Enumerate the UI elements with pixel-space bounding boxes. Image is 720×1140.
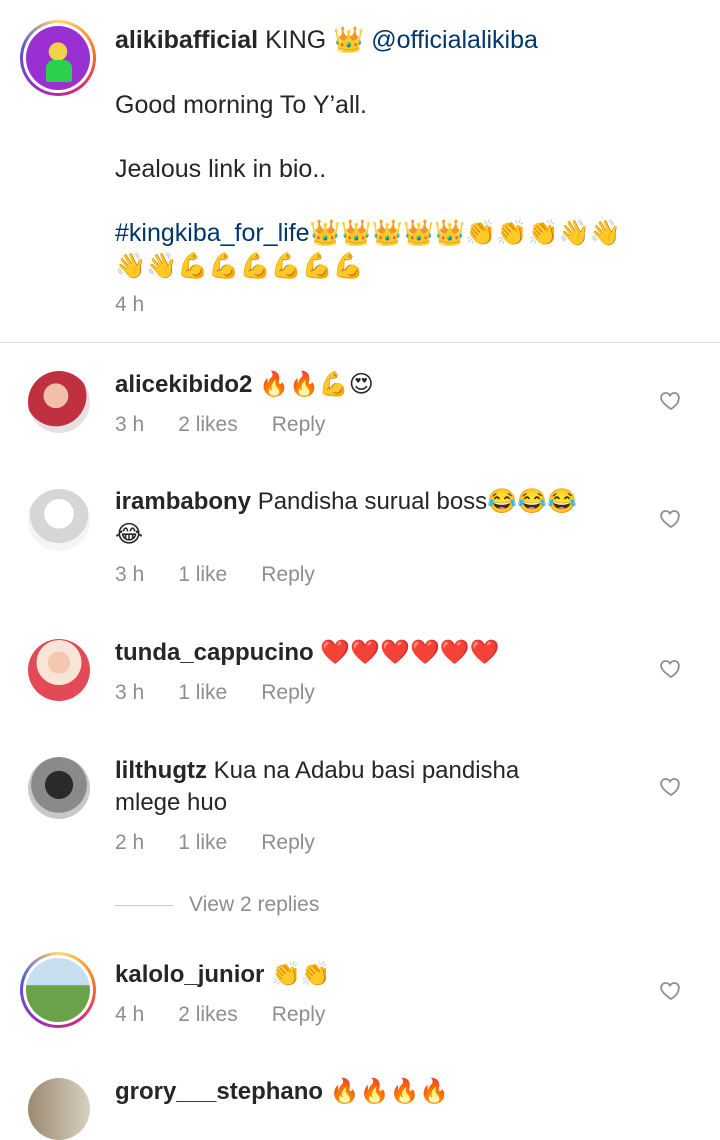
comment-timestamp: 4 h <box>115 1003 145 1026</box>
like-heart-icon[interactable] <box>659 774 683 798</box>
comment-timestamp: 3 h <box>115 563 145 586</box>
view-replies-button[interactable]: View 2 replies <box>115 893 319 917</box>
comment-likes-count[interactable]: 1 like <box>178 563 227 587</box>
like-heart-icon[interactable] <box>659 388 683 412</box>
comment-timestamp: 2 h <box>115 831 145 854</box>
post-author-avatar[interactable] <box>20 20 96 96</box>
comment-body: 🔥🔥💪😍 <box>259 370 374 398</box>
view-replies-label[interactable]: View 2 replies <box>189 893 319 917</box>
comment-text: irambabony Pandisha surual boss😂😂😂 😂 <box>115 486 635 551</box>
comment-body: 🔥🔥🔥🔥 <box>329 1077 450 1105</box>
post-caption-block: alikibafficial KING 👑 @officialalikiba G… <box>0 0 720 342</box>
comment-text: alicekibido2 🔥🔥💪😍 <box>115 368 635 401</box>
comment-text: grory___stephano 🔥🔥🔥🔥 <box>115 1075 635 1108</box>
comment-body: Pandisha surual boss😂😂😂 <box>257 488 577 515</box>
comment-timestamp: 3 h <box>115 681 145 704</box>
comment-avatar <box>26 958 90 1022</box>
comment-meta: 3 h 1 like Reply <box>115 681 349 705</box>
mention-link[interactable]: @officialalikiba <box>371 26 538 54</box>
crown-icon: 👑 <box>333 25 365 54</box>
avatar-image <box>26 26 90 90</box>
caption-hashtag-line: #kingkiba_for_life👑👑👑👑👑👏👏👏👋👋 <box>115 217 695 249</box>
emoji-row-1: 👑👑👑👑👑👏👏👏👋👋 <box>309 218 621 247</box>
comment-text: lilthugtz Kua na Adabu basi pandisha mle… <box>115 755 635 819</box>
replies-line <box>115 904 173 906</box>
caption-king-text: KING <box>265 26 327 54</box>
comment-avatar[interactable] <box>28 639 90 701</box>
caption-line-2: Jealous link in bio.. <box>115 155 327 183</box>
emoji-row-2: 👋👋💪💪💪💪💪💪 <box>115 251 365 280</box>
comment-meta: 4 h 2 likes Reply <box>115 1003 359 1027</box>
comment-likes-count[interactable]: 2 likes <box>178 1003 238 1027</box>
comment-avatar[interactable] <box>28 371 90 433</box>
divider <box>0 342 720 343</box>
comment-username[interactable]: grory___stephano <box>115 1078 323 1105</box>
comment-likes-count[interactable]: 2 likes <box>178 413 238 437</box>
post-username[interactable]: alikibafficial <box>115 26 258 54</box>
post-meta: 4 h <box>115 293 178 317</box>
comment-avatar[interactable] <box>28 757 90 819</box>
reply-button[interactable]: Reply <box>261 681 315 705</box>
comment-username[interactable]: irambabony <box>115 488 251 515</box>
like-heart-icon[interactable] <box>659 656 683 680</box>
comment-avatar-story-ring[interactable] <box>20 952 96 1028</box>
comment-username[interactable]: alicekibido2 <box>115 371 252 398</box>
caption-header: alikibafficial KING 👑 @officialalikiba <box>115 24 695 56</box>
comment-timestamp: 3 h <box>115 413 145 436</box>
comment-avatar[interactable] <box>28 1078 90 1140</box>
comment-body: 👏👏 <box>271 960 331 988</box>
comment-meta: 3 h 1 like Reply <box>115 563 349 587</box>
like-heart-icon[interactable] <box>659 978 683 1002</box>
reply-button[interactable]: Reply <box>261 563 315 587</box>
comment-meta: 3 h 2 likes Reply <box>115 413 359 437</box>
comment-body: Kua na Adabu basi pandisha <box>213 757 520 784</box>
caption-line-1: Good morning To Y’all. <box>115 91 368 119</box>
comment-avatar[interactable] <box>28 489 90 551</box>
comment-username[interactable]: kalolo_junior <box>115 961 264 988</box>
comment-text: tunda_cappucino ❤️❤️❤️❤️❤️❤️ <box>115 636 635 669</box>
comment-likes-count[interactable]: 1 like <box>178 831 227 855</box>
reply-button[interactable]: Reply <box>272 1003 326 1027</box>
like-heart-icon[interactable] <box>659 506 683 530</box>
reply-button[interactable]: Reply <box>272 413 326 437</box>
comment-meta: 2 h 1 like Reply <box>115 831 349 855</box>
post-timestamp: 4 h <box>115 293 145 316</box>
comment-body-continued: mlege huo <box>115 789 228 816</box>
comment-likes-count[interactable]: 1 like <box>178 681 227 705</box>
comment-username[interactable]: tunda_cappucino <box>115 639 314 666</box>
comment-username[interactable]: lilthugtz <box>115 757 207 784</box>
comment-body-continued: 😂 <box>115 520 144 548</box>
comment-text: kalolo_junior 👏👏 <box>115 958 635 991</box>
reply-button[interactable]: Reply <box>261 831 315 855</box>
hashtag-link[interactable]: #kingkiba_for_life <box>115 219 310 247</box>
comment-body: ❤️❤️❤️❤️❤️❤️ <box>320 638 500 666</box>
